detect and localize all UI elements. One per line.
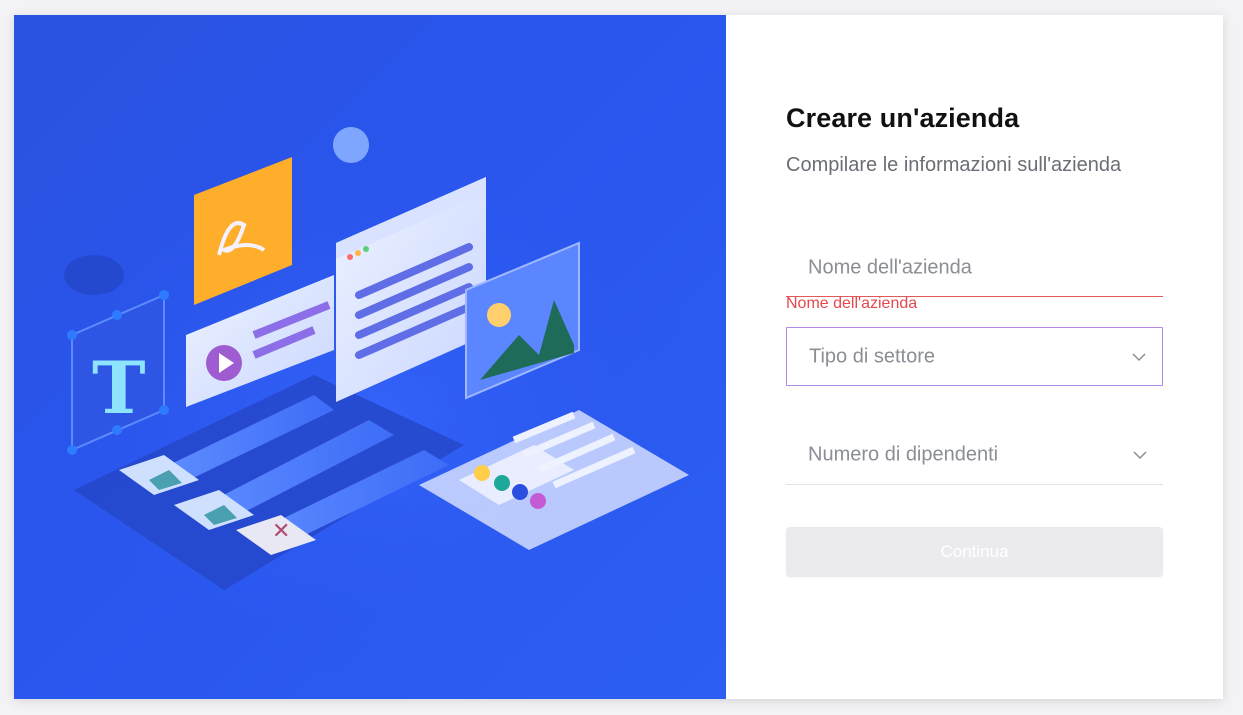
sector-type-select[interactable]: Tipo di settore <box>786 327 1163 386</box>
sector-type-placeholder: Tipo di settore <box>809 345 935 367</box>
continue-button[interactable]: Continua <box>786 527 1163 577</box>
chevron-down-icon <box>1132 352 1146 361</box>
page-subtitle: Compilare le informazioni sull'azienda <box>786 154 1122 176</box>
svg-text:✕: ✕ <box>272 519 290 544</box>
hero-illustration-panel: ✕ T <box>14 15 726 699</box>
svg-text:T: T <box>92 345 146 430</box>
company-name-input[interactable]: Nome dell'azienda <box>786 239 1163 297</box>
hero-illustration: ✕ T <box>44 127 704 675</box>
chevron-down-icon <box>1133 451 1147 460</box>
page-title: Creare un'azienda <box>786 103 1020 133</box>
create-company-card: ✕ T Creare un'azienda Compilare le infor… <box>14 15 1223 699</box>
employee-count-select[interactable]: Numero di dipendenti <box>786 426 1163 485</box>
employee-count-placeholder: Numero di dipendenti <box>808 443 999 466</box>
company-name-placeholder: Nome dell'azienda <box>808 256 972 278</box>
company-form: Creare un'azienda Compilare le informazi… <box>786 15 1163 699</box>
company-name-error: Nome dell'azienda <box>786 295 918 312</box>
